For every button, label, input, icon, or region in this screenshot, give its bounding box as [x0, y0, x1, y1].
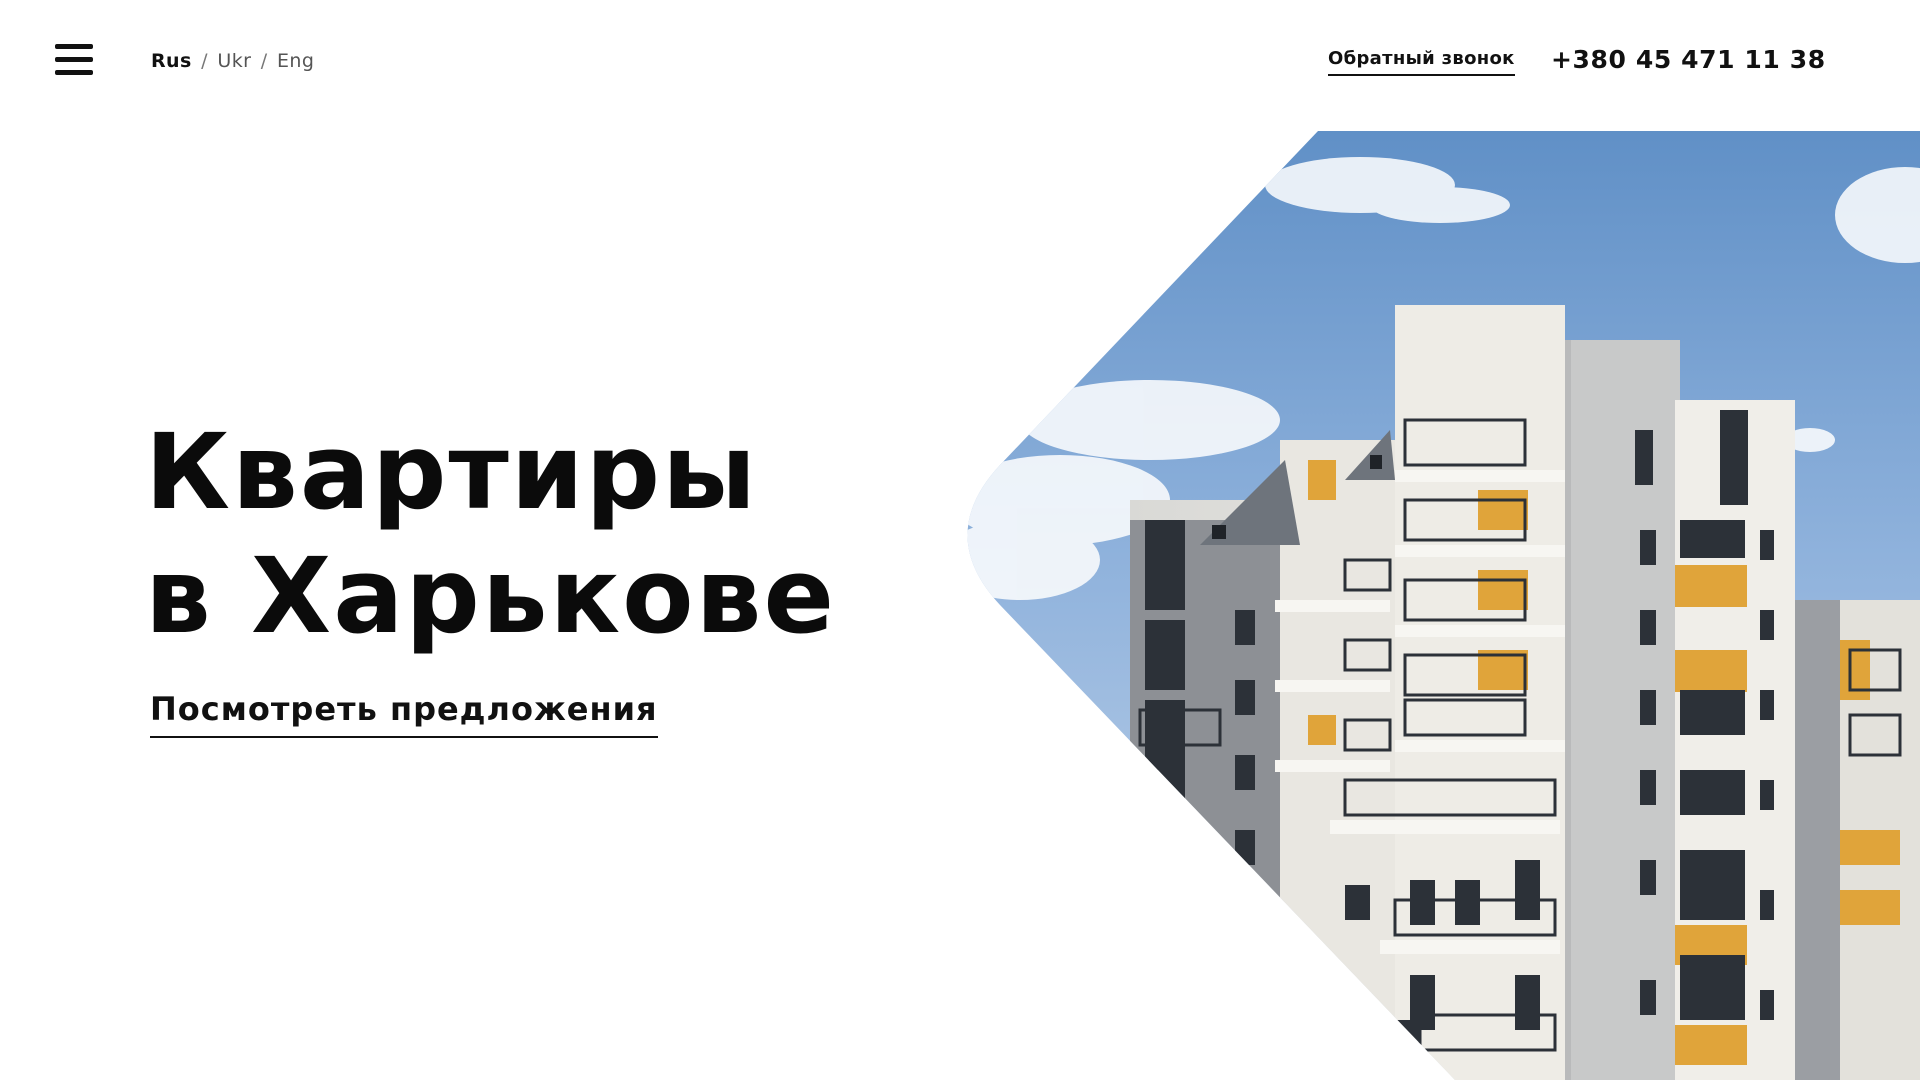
hero-title: Квартиры в Харькове — [145, 410, 836, 658]
lang-ukr[interactable]: Ukr — [217, 50, 251, 72]
hamburger-line — [55, 70, 93, 75]
lang-eng[interactable]: Eng — [277, 50, 314, 72]
phone-link[interactable]: +380 45 471 11 38 — [1551, 45, 1826, 74]
lang-separator: / — [201, 50, 208, 72]
hero-title-line2: в Харькове — [145, 535, 836, 657]
lang-separator: / — [260, 50, 268, 72]
landing-page: Rus / Ukr / Eng Обратный звонок +380 45 … — [0, 0, 1920, 1080]
hero-title-line1: Квартиры — [145, 411, 759, 533]
view-offers-link[interactable]: Посмотреть предложения — [150, 690, 658, 738]
hamburger-menu-icon — [55, 44, 93, 49]
lang-rus[interactable]: Rus — [151, 50, 192, 72]
language-switcher: Rus / Ukr / Eng — [151, 50, 314, 72]
callback-link[interactable]: Обратный звонок — [1328, 48, 1515, 76]
hamburger-line — [55, 57, 93, 62]
menu-button[interactable] — [55, 42, 95, 78]
